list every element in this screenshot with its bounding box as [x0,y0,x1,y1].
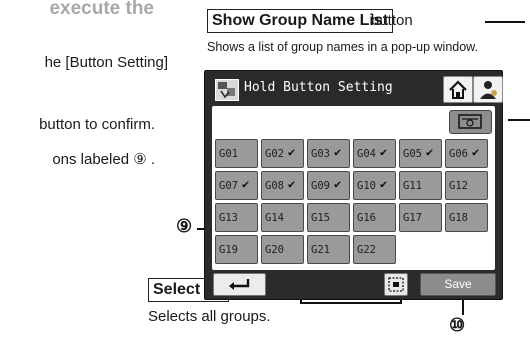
group-button[interactable]: G02 ✔ [261,139,304,168]
callout-line [300,302,402,304]
group-button[interactable]: G05 ✔ [399,139,442,168]
check-icon: ✔ [380,145,388,159]
group-button[interactable]: G20 [261,235,304,264]
group-button[interactable]: G21 [307,235,350,264]
user-button[interactable] [473,76,503,103]
check-icon: ✔ [472,145,480,159]
group-button[interactable]: G14 [261,203,304,232]
group-label: G16 [357,212,376,224]
select-all-button[interactable] [384,273,408,296]
group-label: G01 [219,148,238,160]
group-label: G21 [311,244,330,256]
group-label: G18 [449,212,468,224]
group-button[interactable]: G18 [445,203,488,232]
check-icon: ✔ [242,177,250,191]
home-icon [449,80,467,99]
return-arrow-icon [229,279,250,290]
group-label: G07 [219,180,238,192]
group-label: G09 [311,180,330,192]
instruction-line-3: ons labeled ⑨ . [52,151,155,168]
group-button[interactable]: G10 ✔ [353,171,396,200]
group-label: G22 [357,244,376,256]
select-all-description: Selects all groups. [148,308,271,325]
group-button[interactable]: G22 [353,235,396,264]
group-button[interactable]: G07 ✔ [215,171,258,200]
show-group-name-list-callout-label: Show Group Name List [207,9,394,33]
marker-10: ⑩ [449,315,466,335]
check-icon: ✔ [288,177,296,191]
group-button[interactable]: G04 ✔ [353,139,396,168]
show-group-name-list-description: Shows a list of group names in a pop-up … [207,40,478,54]
group-label: G02 [265,148,284,160]
group-label: G20 [265,244,284,256]
instruction-line-2: button to confirm. [39,116,155,133]
group-label: G15 [311,212,330,224]
callout-line [485,21,525,23]
group-label: G03 [311,148,330,160]
home-button[interactable] [443,76,473,103]
device-screen: Hold Button Setting G01 G02 ✔ G03 ✔ G04 ✔ G [204,70,503,300]
section-heading: execute the [49,0,154,19]
user-icon [480,81,497,99]
marker-9: ⑨ [176,216,193,236]
group-label: G13 [219,212,238,224]
group-label: G04 [357,148,376,160]
check-icon: ✔ [426,145,434,159]
instruction-line-1: he [Button Setting] [44,54,168,71]
group-button[interactable]: G15 [307,203,350,232]
button-setting-icon [215,79,239,101]
group-button[interactable]: G03 ✔ [307,139,350,168]
group-button[interactable]: G11 [399,171,442,200]
screen-title: Hold Button Setting [244,80,393,95]
callout-line [508,119,530,121]
show-group-name-list-button[interactable] [449,110,492,134]
group-button[interactable]: G16 [353,203,396,232]
save-button[interactable]: Save [420,273,496,296]
group-label: G08 [265,180,284,192]
group-button[interactable]: G17 [399,203,442,232]
group-button[interactable]: G09 ✔ [307,171,350,200]
group-button-grid: G01 G02 ✔ G03 ✔ G04 ✔ G05 ✔ G06 ✔ G07 ✔ G08 ✔ G09 ✔ G10 ✔ G… [215,139,492,266]
callout-line [462,298,464,315]
group-label: G11 [403,180,422,192]
check-icon: ✔ [288,145,296,159]
check-icon: ✔ [334,145,342,159]
group-button[interactable]: G01 [215,139,258,168]
group-label: G17 [403,212,422,224]
check-icon: ✔ [380,177,388,191]
group-label: G05 [403,148,422,160]
select-all-icon [388,277,404,292]
check-icon: ✔ [334,177,342,191]
group-button[interactable]: G19 [215,235,258,264]
group-button[interactable]: G12 [445,171,488,200]
back-button[interactable] [213,273,266,296]
show-group-name-list-callout-suffix: button [371,12,413,29]
group-button[interactable]: G13 [215,203,258,232]
group-button[interactable]: G08 ✔ [261,171,304,200]
group-button[interactable]: G06 ✔ [445,139,488,168]
group-label: G19 [219,244,238,256]
group-label: G14 [265,212,284,224]
group-label: G06 [449,148,468,160]
group-label: G10 [357,180,376,192]
bottom-bar: Save [212,273,496,296]
group-list-icon [458,114,482,129]
title-bar: Hold Button Setting [212,76,503,103]
group-panel: G01 G02 ✔ G03 ✔ G04 ✔ G05 ✔ G06 ✔ G07 ✔ G08 ✔ G09 ✔ G10 ✔ G… [212,106,495,270]
group-label: G12 [449,180,468,192]
